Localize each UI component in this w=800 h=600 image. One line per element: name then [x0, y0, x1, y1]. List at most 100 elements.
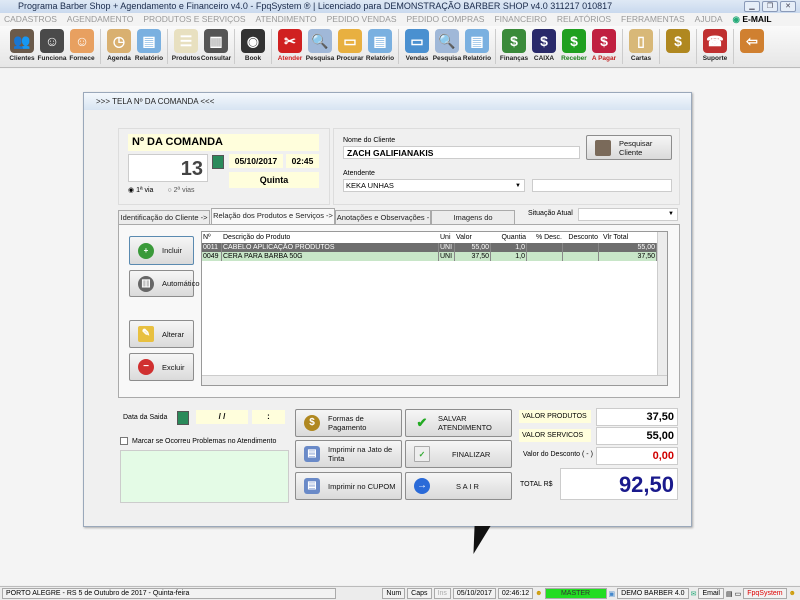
toolbar-separator — [495, 29, 496, 64]
menu-item[interactable]: PEDIDO COMPRAS — [407, 13, 485, 26]
menu-item[interactable]: PRODUTOS E SERVIÇOS — [143, 13, 245, 26]
imprimir-cupom-button[interactable]: ▤ Imprimir no CUPOM — [295, 472, 402, 500]
restore-button[interactable]: ❐ — [762, 1, 778, 12]
printer-icon[interactable]: ▤ — [726, 590, 733, 598]
toolbar-button[interactable]: $ — [663, 26, 693, 67]
toolbar-label: Agenda — [107, 55, 131, 62]
toolbar-button[interactable]: 👥 Clientes — [7, 26, 37, 67]
tab-imagens[interactable]: Imagens do Atendimento — [431, 210, 515, 235]
toolbar-button[interactable]: ◷ Agenda — [104, 26, 134, 67]
incluir-button[interactable]: + Incluir — [129, 236, 194, 265]
tab-identificacao[interactable]: Identificação do Cliente -> — [118, 210, 210, 224]
toolbar-button[interactable]: 🔍 Pesquisa — [432, 26, 462, 67]
radio-1a-via[interactable]: ◉ 1ª via — [128, 186, 153, 194]
menu-item[interactable]: FINANCEIRO — [494, 13, 546, 26]
date-field[interactable]: 05/10/2017 — [229, 154, 283, 168]
table-cell: UNI — [439, 243, 455, 252]
toolbar-button[interactable]: ✂ Atender — [275, 26, 305, 67]
excluir-button[interactable]: − Excluir — [129, 353, 194, 381]
toolbar-button[interactable]: ☰ Produtos — [171, 26, 201, 67]
edit-icon: ✎ — [138, 326, 154, 342]
client-label: Nome do Cliente — [343, 137, 396, 144]
client-name-input[interactable]: ZACH GALIFIANAKIS — [343, 146, 580, 159]
calendar-icon[interactable] — [212, 155, 224, 169]
toolbar-button[interactable]: ▤ Relatório — [134, 26, 164, 67]
attendant-extra-field[interactable] — [532, 179, 672, 192]
menu-item[interactable]: PEDIDO VENDAS — [327, 13, 397, 26]
window-controls: ▁ ❐ ✕ — [744, 1, 796, 12]
toolbar-button[interactable]: ☺ Fornece — [67, 26, 97, 67]
valor-servicos-label: VALOR SERVICOS — [519, 429, 591, 442]
email-icon[interactable]: ✉ — [691, 590, 697, 598]
problem-notes[interactable] — [120, 450, 289, 503]
sair-button[interactable]: → S A I R — [405, 472, 512, 500]
toolbar-label: Relatório — [365, 55, 395, 62]
employee-icon: ☺ — [40, 29, 64, 53]
finalizar-button[interactable]: ✓ FINALIZAR — [405, 440, 512, 468]
problem-checkbox[interactable]: Marcar se Ocorreu Problemas no Atendimen… — [120, 437, 276, 445]
table-row[interactable]: 0049 CERA PARA BARBA 50G UNI 37,50 1,0 37,50 — [202, 252, 657, 261]
situacao-select[interactable]: ▼ — [578, 208, 678, 221]
toolbar-button[interactable]: $ A Pagar — [589, 26, 619, 67]
toolbar-button[interactable]: $ Finanças — [499, 26, 529, 67]
horizontal-scrollbar[interactable] — [202, 375, 667, 385]
imprimir-jato-button[interactable]: ▤ Imprimir na Jato de Tinta — [295, 440, 402, 468]
table-row[interactable]: 0011 CABELO APLICAÇÃO PRODUTOS UNI 55,00 1,0… — [202, 243, 657, 252]
exit-date-field[interactable]: / / — [196, 410, 248, 424]
toolbar-button[interactable]: 🔍 Pesquisa — [305, 26, 335, 67]
printer-icon: ▤ — [304, 478, 320, 494]
automatico-button[interactable]: ▥ Automático — [129, 270, 200, 297]
status-date: 05/10/2017 — [452, 588, 496, 599]
menu-item[interactable]: AJUDA — [695, 13, 723, 26]
toolbar-button[interactable]: $ CAIXA — [529, 26, 559, 67]
menu-item-email[interactable]: ◉ E-MAIL — [733, 13, 772, 26]
toolbar-label: Finanças — [499, 55, 529, 62]
menu-item[interactable]: AGENDAMENTO — [67, 13, 133, 26]
toolbar-button[interactable]: ⇦ — [737, 26, 767, 67]
attendant-select[interactable]: KEKA UNHAS ▼ — [343, 179, 525, 192]
vertical-scrollbar[interactable] — [657, 232, 667, 375]
time-field[interactable]: 02:45 — [286, 154, 319, 168]
status-time: 02:46:12 — [497, 588, 534, 599]
tab-anotacoes[interactable]: Anotações e Observações -> — [335, 210, 431, 235]
calendar-icon[interactable] — [177, 411, 189, 425]
comanda-number[interactable]: 13 — [128, 154, 208, 182]
toolbar-button[interactable]: ☎ Suporte — [700, 26, 730, 67]
valor-produtos-label: VALOR PRODUTOS — [519, 410, 591, 423]
table-cell — [563, 243, 599, 252]
client-photo-icon — [595, 139, 611, 156]
formas-pagamento-button[interactable]: $ Formas de Pagamento — [295, 409, 402, 437]
toolbar-button[interactable]: ▥ Consultar — [201, 26, 231, 67]
camera-icon: ◉ — [241, 29, 265, 53]
close-button[interactable]: ✕ — [780, 1, 796, 12]
search-client-button[interactable]: Pesquisar Cliente — [586, 135, 672, 160]
checkbox-box[interactable] — [120, 437, 128, 445]
toolbar-button[interactable]: ▭ Procurar — [335, 26, 365, 67]
toolbar: 👥 Clientes ☺ Funciona ☺ Fornece ◷ Agenda ▤ Relató… — [0, 26, 800, 68]
col-header: Desconto — [568, 234, 598, 241]
toolbar-button[interactable]: ▤ Relatório — [365, 26, 395, 67]
button-label: SALVAR ATENDIMENTO — [438, 414, 492, 432]
toolbar-button[interactable]: ▯ Cartas — [626, 26, 656, 67]
menu-item[interactable]: ATENDIMENTO — [256, 13, 317, 26]
menu-item[interactable]: FERRAMENTAS — [621, 13, 685, 26]
salvar-button[interactable]: ✔ SALVAR ATENDIMENTO — [405, 409, 512, 437]
minimize-button[interactable]: ▁ — [744, 1, 760, 12]
exit-time-field[interactable]: : — [252, 410, 285, 424]
exit-door-icon: ⇦ — [740, 29, 764, 53]
alterar-button[interactable]: ✎ Alterar — [129, 320, 194, 348]
toolbar-button[interactable]: $ Receber — [559, 26, 589, 67]
toolbar-button[interactable]: ▤ Relatório — [462, 26, 492, 67]
tab-produtos-servicos[interactable]: Relação dos Produtos e Serviços -> — [211, 208, 335, 225]
monitor-icon[interactable]: ▭ — [735, 590, 742, 598]
radio-2a-via[interactable]: ○ 2ª vias — [167, 187, 194, 194]
barcode-icon: ▥ — [204, 29, 228, 53]
menu-item[interactable]: CADASTROS — [4, 13, 57, 26]
receive-dollar-icon: $ — [562, 29, 586, 53]
status-email[interactable]: Email — [698, 588, 724, 599]
desconto-value[interactable]: 0,00 — [596, 447, 678, 465]
toolbar-button[interactable]: ☺ Funciona — [37, 26, 67, 67]
toolbar-button[interactable]: ▭ Vendas — [402, 26, 432, 67]
menu-item[interactable]: RELATÓRIOS — [557, 13, 611, 26]
toolbar-button[interactable]: ◉ Book — [238, 26, 268, 67]
